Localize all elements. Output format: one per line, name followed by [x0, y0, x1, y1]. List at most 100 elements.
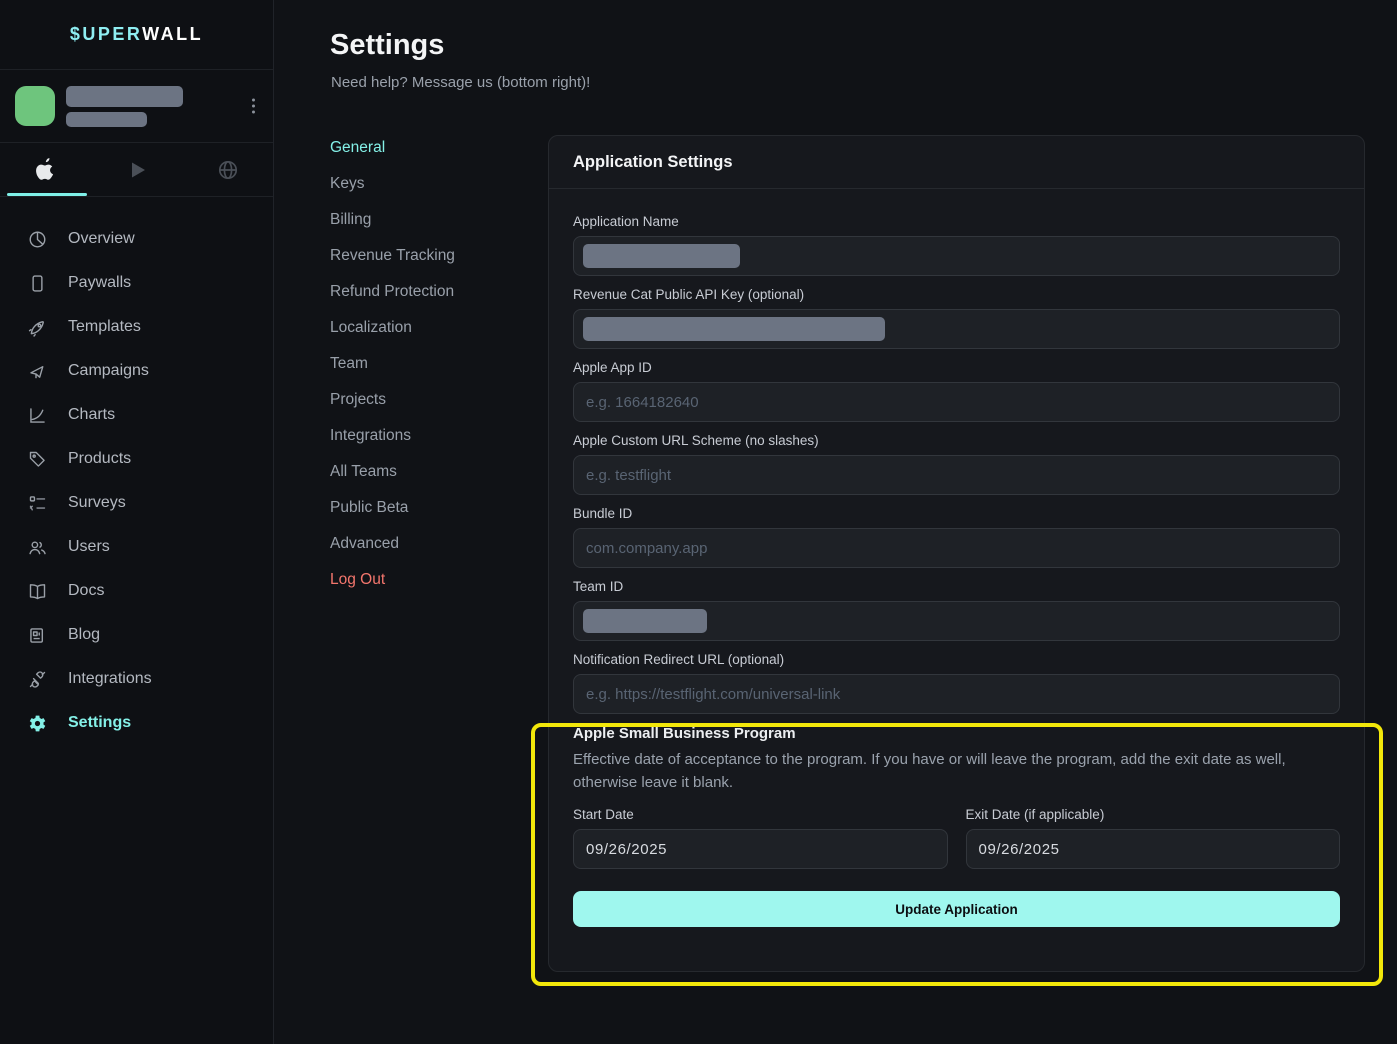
account-menu-kebab-icon[interactable]	[246, 93, 261, 120]
page-subtitle: Need help? Message us (bottom right)!	[331, 74, 590, 91]
application-name-label: Application Name	[573, 214, 1340, 229]
book-icon	[26, 580, 48, 602]
settings-nav-advanced[interactable]: Advanced	[330, 526, 530, 562]
field-apple-app-id: Apple App ID	[573, 360, 1340, 422]
card-body: Application Name Revenue Cat Public API …	[549, 189, 1364, 951]
application-settings-card: Application Settings Application Name Re…	[548, 135, 1365, 972]
start-date-label: Start Date	[573, 807, 948, 822]
settings-nav: General Keys Billing Revenue Tracking Re…	[330, 130, 530, 598]
sidebar-item-paywalls[interactable]: Paywalls	[0, 261, 273, 305]
settings-nav-billing[interactable]: Billing	[330, 202, 530, 238]
apple-url-scheme-input[interactable]	[573, 455, 1340, 495]
sidebar-item-overview[interactable]: Overview	[0, 217, 273, 261]
revenuecat-api-key-label: Revenue Cat Public API Key (optional)	[573, 287, 1340, 302]
settings-nav-general[interactable]: General	[330, 130, 530, 166]
platform-tabs	[0, 143, 273, 197]
small-business-program-description: Effective date of acceptance to the prog…	[573, 748, 1340, 794]
revenuecat-api-key-input[interactable]	[573, 309, 1340, 349]
notification-redirect-url-label: Notification Redirect URL (optional)	[573, 652, 1340, 667]
settings-nav-team[interactable]: Team	[330, 346, 530, 382]
start-date-input[interactable]	[573, 829, 948, 869]
settings-nav-all-teams[interactable]: All Teams	[330, 454, 530, 490]
settings-nav-keys[interactable]: Keys	[330, 166, 530, 202]
settings-nav-refund-protection[interactable]: Refund Protection	[330, 274, 530, 310]
account-avatar	[15, 86, 55, 126]
globe-icon	[216, 158, 240, 182]
sidebar-item-label: Templates	[68, 318, 141, 336]
apple-app-id-input[interactable]	[573, 382, 1340, 422]
tab-apple[interactable]	[0, 143, 91, 196]
sidebar-item-users[interactable]: Users	[0, 525, 273, 569]
sidebar-item-label: Charts	[68, 406, 115, 424]
settings-nav-projects[interactable]: Projects	[330, 382, 530, 418]
tag-icon	[26, 448, 48, 470]
sidebar-item-campaigns[interactable]: Campaigns	[0, 349, 273, 393]
tab-play-store[interactable]	[91, 143, 182, 196]
sidebar-item-blog[interactable]: Blog	[0, 613, 273, 657]
team-id-label: Team ID	[573, 579, 1340, 594]
sidebar-item-label: Products	[68, 450, 131, 468]
update-application-button[interactable]: Update Application	[573, 891, 1340, 927]
sidebar-item-label: Docs	[68, 582, 104, 600]
sidebar-item-label: Surveys	[68, 494, 126, 512]
notification-redirect-url-input[interactable]	[573, 674, 1340, 714]
exit-date-input[interactable]	[966, 829, 1341, 869]
sidebar-item-integrations[interactable]: Integrations	[0, 657, 273, 701]
application-name-input[interactable]	[573, 236, 1340, 276]
exit-date-label: Exit Date (if applicable)	[966, 807, 1341, 822]
sidebar-item-label: Paywalls	[68, 274, 131, 292]
field-revenuecat-api-key: Revenue Cat Public API Key (optional)	[573, 287, 1340, 349]
field-apple-url-scheme: Apple Custom URL Scheme (no slashes)	[573, 433, 1340, 495]
plug-icon	[26, 668, 48, 690]
sidebar-item-label: Blog	[68, 626, 100, 644]
phone-icon	[26, 272, 48, 294]
card-title: Application Settings	[549, 136, 1364, 189]
sidebar-item-charts[interactable]: Charts	[0, 393, 273, 437]
team-id-input[interactable]	[573, 601, 1340, 641]
brand-logo[interactable]: $UPERWALL	[0, 0, 273, 70]
gear-icon	[26, 712, 48, 734]
field-exit-date: Exit Date (if applicable)	[966, 807, 1341, 869]
megaphone-icon	[26, 360, 48, 382]
field-bundle-id: Bundle ID	[573, 506, 1340, 568]
dates-grid: Start Date Exit Date (if applicable)	[573, 807, 1340, 869]
chart-icon	[26, 404, 48, 426]
apple-url-scheme-label: Apple Custom URL Scheme (no slashes)	[573, 433, 1340, 448]
settings-nav-log-out[interactable]: Log Out	[330, 562, 530, 598]
redacted-value	[583, 317, 885, 341]
brand-logo-rest: WALL	[142, 24, 203, 44]
rocket-icon	[26, 316, 48, 338]
apple-icon	[35, 158, 56, 182]
sidebar-item-label: Integrations	[68, 670, 152, 688]
sidebar-item-label: Users	[68, 538, 110, 556]
sidebar-menu: Overview Paywalls Templates Campaigns Ch…	[0, 197, 273, 745]
users-icon	[26, 536, 48, 558]
settings-nav-integrations[interactable]: Integrations	[330, 418, 530, 454]
brand-logo-text: $UPERWALL	[70, 24, 203, 45]
account-redacted-info	[66, 86, 183, 127]
account-switcher[interactable]	[0, 70, 273, 143]
settings-nav-public-beta[interactable]: Public Beta	[330, 490, 530, 526]
sidebar-item-label: Campaigns	[68, 362, 149, 380]
checklist-icon	[26, 492, 48, 514]
sidebar-item-docs[interactable]: Docs	[0, 569, 273, 613]
small-business-program-title: Apple Small Business Program	[573, 725, 1340, 742]
tab-web[interactable]	[182, 143, 273, 196]
sidebar-item-templates[interactable]: Templates	[0, 305, 273, 349]
account-subtitle-redacted	[66, 112, 147, 127]
account-name-redacted	[66, 86, 183, 107]
field-notification-redirect-url: Notification Redirect URL (optional)	[573, 652, 1340, 714]
field-team-id: Team ID	[573, 579, 1340, 641]
apple-app-id-label: Apple App ID	[573, 360, 1340, 375]
sidebar-item-settings[interactable]: Settings	[0, 701, 273, 745]
bundle-id-input[interactable]	[573, 528, 1340, 568]
field-application-name: Application Name	[573, 214, 1340, 276]
redacted-value	[583, 244, 740, 268]
sidebar-item-surveys[interactable]: Surveys	[0, 481, 273, 525]
page-title: Settings	[330, 29, 444, 62]
sidebar-item-products[interactable]: Products	[0, 437, 273, 481]
settings-nav-localization[interactable]: Localization	[330, 310, 530, 346]
active-tab-underline	[7, 193, 87, 196]
brand-logo-accent: $UPER	[70, 24, 142, 44]
settings-nav-revenue-tracking[interactable]: Revenue Tracking	[330, 238, 530, 274]
